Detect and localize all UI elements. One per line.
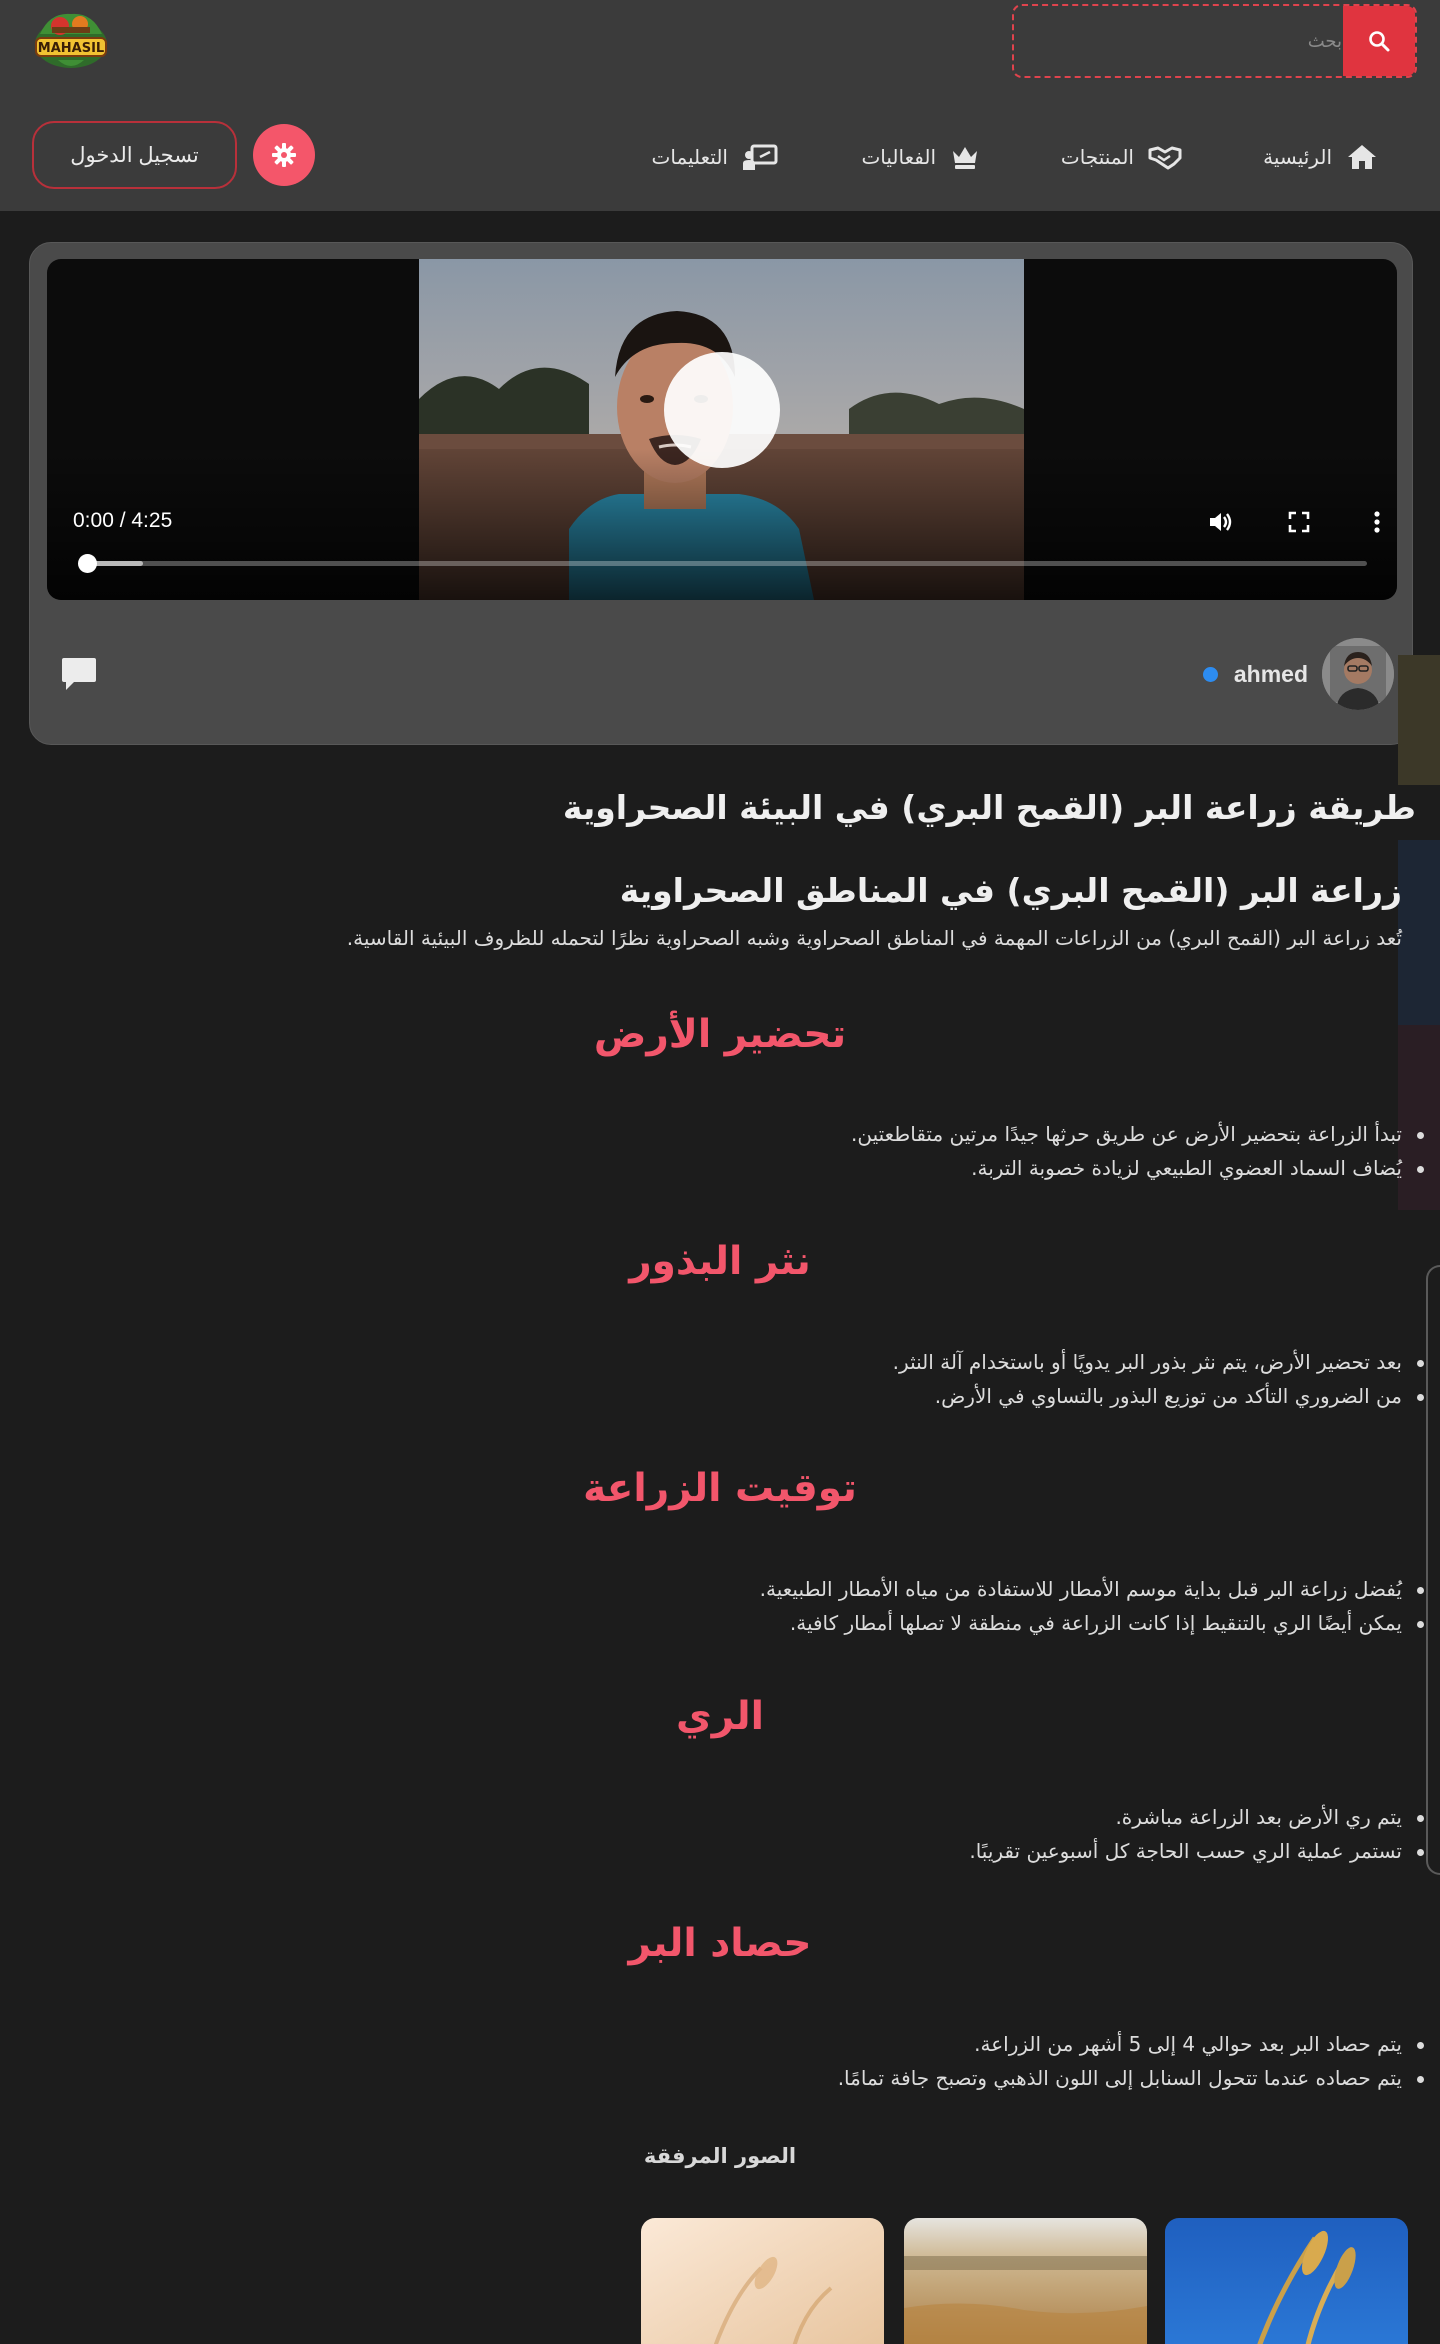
attached-images-title: الصور المرفقة — [643, 2144, 797, 2168]
gear-icon — [272, 143, 296, 167]
nav-item-events-wrap: الفعاليات — [861, 122, 980, 192]
nav-item-help[interactable]: التعليمات — [652, 143, 778, 171]
list-item: يُضاف السماد العضوي الطبيعي لزيادة خصوبة… — [851, 1151, 1424, 1185]
more-options-button[interactable] — [1360, 505, 1394, 539]
nav-item-home-wrap: الرئيسية — [1263, 122, 1378, 192]
section-list-4: يتم ري الأرض بعد الزراعة مباشرة. تستمر ع… — [969, 1800, 1424, 1868]
search-input[interactable] — [1024, 14, 1342, 68]
handshake-icon — [1148, 146, 1182, 170]
article-title: طريقة زراعة البر (القمح البري) في البيئة… — [562, 788, 1416, 827]
nav-label-products: المنتجات — [1060, 145, 1134, 169]
list-item: يتم ري الأرض بعد الزراعة مباشرة. — [969, 1800, 1424, 1834]
nav-label-help: التعليمات — [651, 145, 728, 169]
attached-image-2[interactable] — [904, 2218, 1147, 2344]
list-item: تبدأ الزراعة بتحضير الأرض عن طريق حرثها … — [851, 1117, 1424, 1151]
theme-settings-button[interactable] — [253, 124, 315, 186]
verified-icon — [1202, 666, 1218, 682]
author-info[interactable]: ahmed — [1202, 638, 1394, 710]
section-heading-1: تحضير الأرض — [593, 1012, 847, 1057]
section-heading-3: توقيت الزراعة — [583, 1466, 857, 1511]
section-list-1: تبدأ الزراعة بتحضير الأرض عن طريق حرثها … — [851, 1117, 1424, 1185]
site-logo[interactable]: MAHASIL — [30, 4, 112, 78]
section-heading-5: حصاد البر — [628, 1921, 812, 1966]
list-item: بعد تحضير الأرض، يتم نثر بذور البر يدويً… — [893, 1345, 1425, 1379]
fullscreen-button[interactable] — [1282, 505, 1316, 539]
comment-button[interactable] — [60, 656, 100, 696]
search-box — [1012, 4, 1417, 78]
nav-item-products[interactable]: المنتجات — [1061, 144, 1182, 170]
section-list-3: يُفضل زراعة البر قبل بداية موسم الأمطار … — [760, 1572, 1425, 1640]
crown-icon — [953, 147, 977, 169]
list-item: من الضروري التأكد من توزيع البذور بالتسا… — [893, 1379, 1425, 1413]
login-button[interactable]: تسجيل الدخول — [32, 121, 237, 189]
video-time: 0:00 / 4:25 — [73, 509, 173, 532]
nav-item-events[interactable]: الفعاليات — [861, 143, 980, 171]
logo-text: MAHASIL — [38, 41, 104, 56]
attached-image-1[interactable] — [641, 2218, 884, 2344]
presentation-icon — [743, 144, 778, 170]
fullscreen-icon — [1288, 511, 1310, 533]
nav-item-home[interactable]: الرئيسية — [1263, 143, 1378, 171]
search-icon — [1369, 31, 1390, 52]
article-subtitle: زراعة البر (القمح البري) في المناطق الصح… — [619, 871, 1402, 910]
play-button[interactable] — [664, 352, 780, 468]
nav-item-products-wrap: المنتجات — [1061, 122, 1182, 192]
section-list-5: يتم حصاد البر بعد حوالي 4 إلى 5 أشهر من … — [838, 2027, 1425, 2095]
list-item: يمكن أيضًا الري بالتنقيط إذا كانت الزراع… — [760, 1606, 1425, 1640]
section-heading-2: نثر البذور — [629, 1239, 811, 1284]
nav-label-home: الرئيسية — [1263, 145, 1332, 169]
volume-button[interactable] — [1204, 505, 1238, 539]
avatar[interactable] — [1322, 638, 1394, 710]
section-heading-4: الري — [675, 1694, 765, 1739]
attached-image-3[interactable] — [1165, 2218, 1408, 2344]
video-player[interactable]: 0:00 / 4:25 — [47, 259, 1397, 600]
author-name: ahmed — [1233, 660, 1308, 687]
top-header: MAHASIL الرئيسية المنتجات — [0, 0, 1440, 211]
comment-icon — [62, 658, 96, 690]
progress-bar[interactable] — [78, 554, 1367, 573]
section-list-2: بعد تحضير الأرض، يتم نثر بذور البر يدويً… — [893, 1345, 1425, 1413]
nav-item-help-wrap: التعليمات — [652, 122, 778, 192]
progress-thumb[interactable] — [78, 554, 97, 573]
side-scroll-rail[interactable] — [1426, 1265, 1440, 1875]
list-item: يتم حصاد البر بعد حوالي 4 إلى 5 أشهر من … — [838, 2027, 1425, 2061]
nav-label-events: الفعاليات — [861, 145, 936, 169]
more-vertical-icon — [1374, 511, 1380, 533]
article-intro: تُعد زراعة البر (القمح البري) من الزراعا… — [346, 926, 1402, 950]
side-strip-1 — [1398, 655, 1440, 785]
list-item: يُفضل زراعة البر قبل بداية موسم الأمطار … — [760, 1572, 1425, 1606]
video-card: 0:00 / 4:25 ahmed — [29, 242, 1413, 745]
home-icon — [1348, 145, 1376, 169]
list-item: يتم حصاده عندما تتحول السنابل إلى اللون … — [838, 2061, 1425, 2095]
side-strip-2 — [1398, 840, 1440, 1025]
player-controls-shade — [47, 449, 1397, 600]
search-button[interactable] — [1343, 6, 1415, 76]
list-item: تستمر عملية الري حسب الحاجة كل أسبوعين ت… — [969, 1834, 1424, 1868]
volume-icon — [1210, 513, 1232, 531]
